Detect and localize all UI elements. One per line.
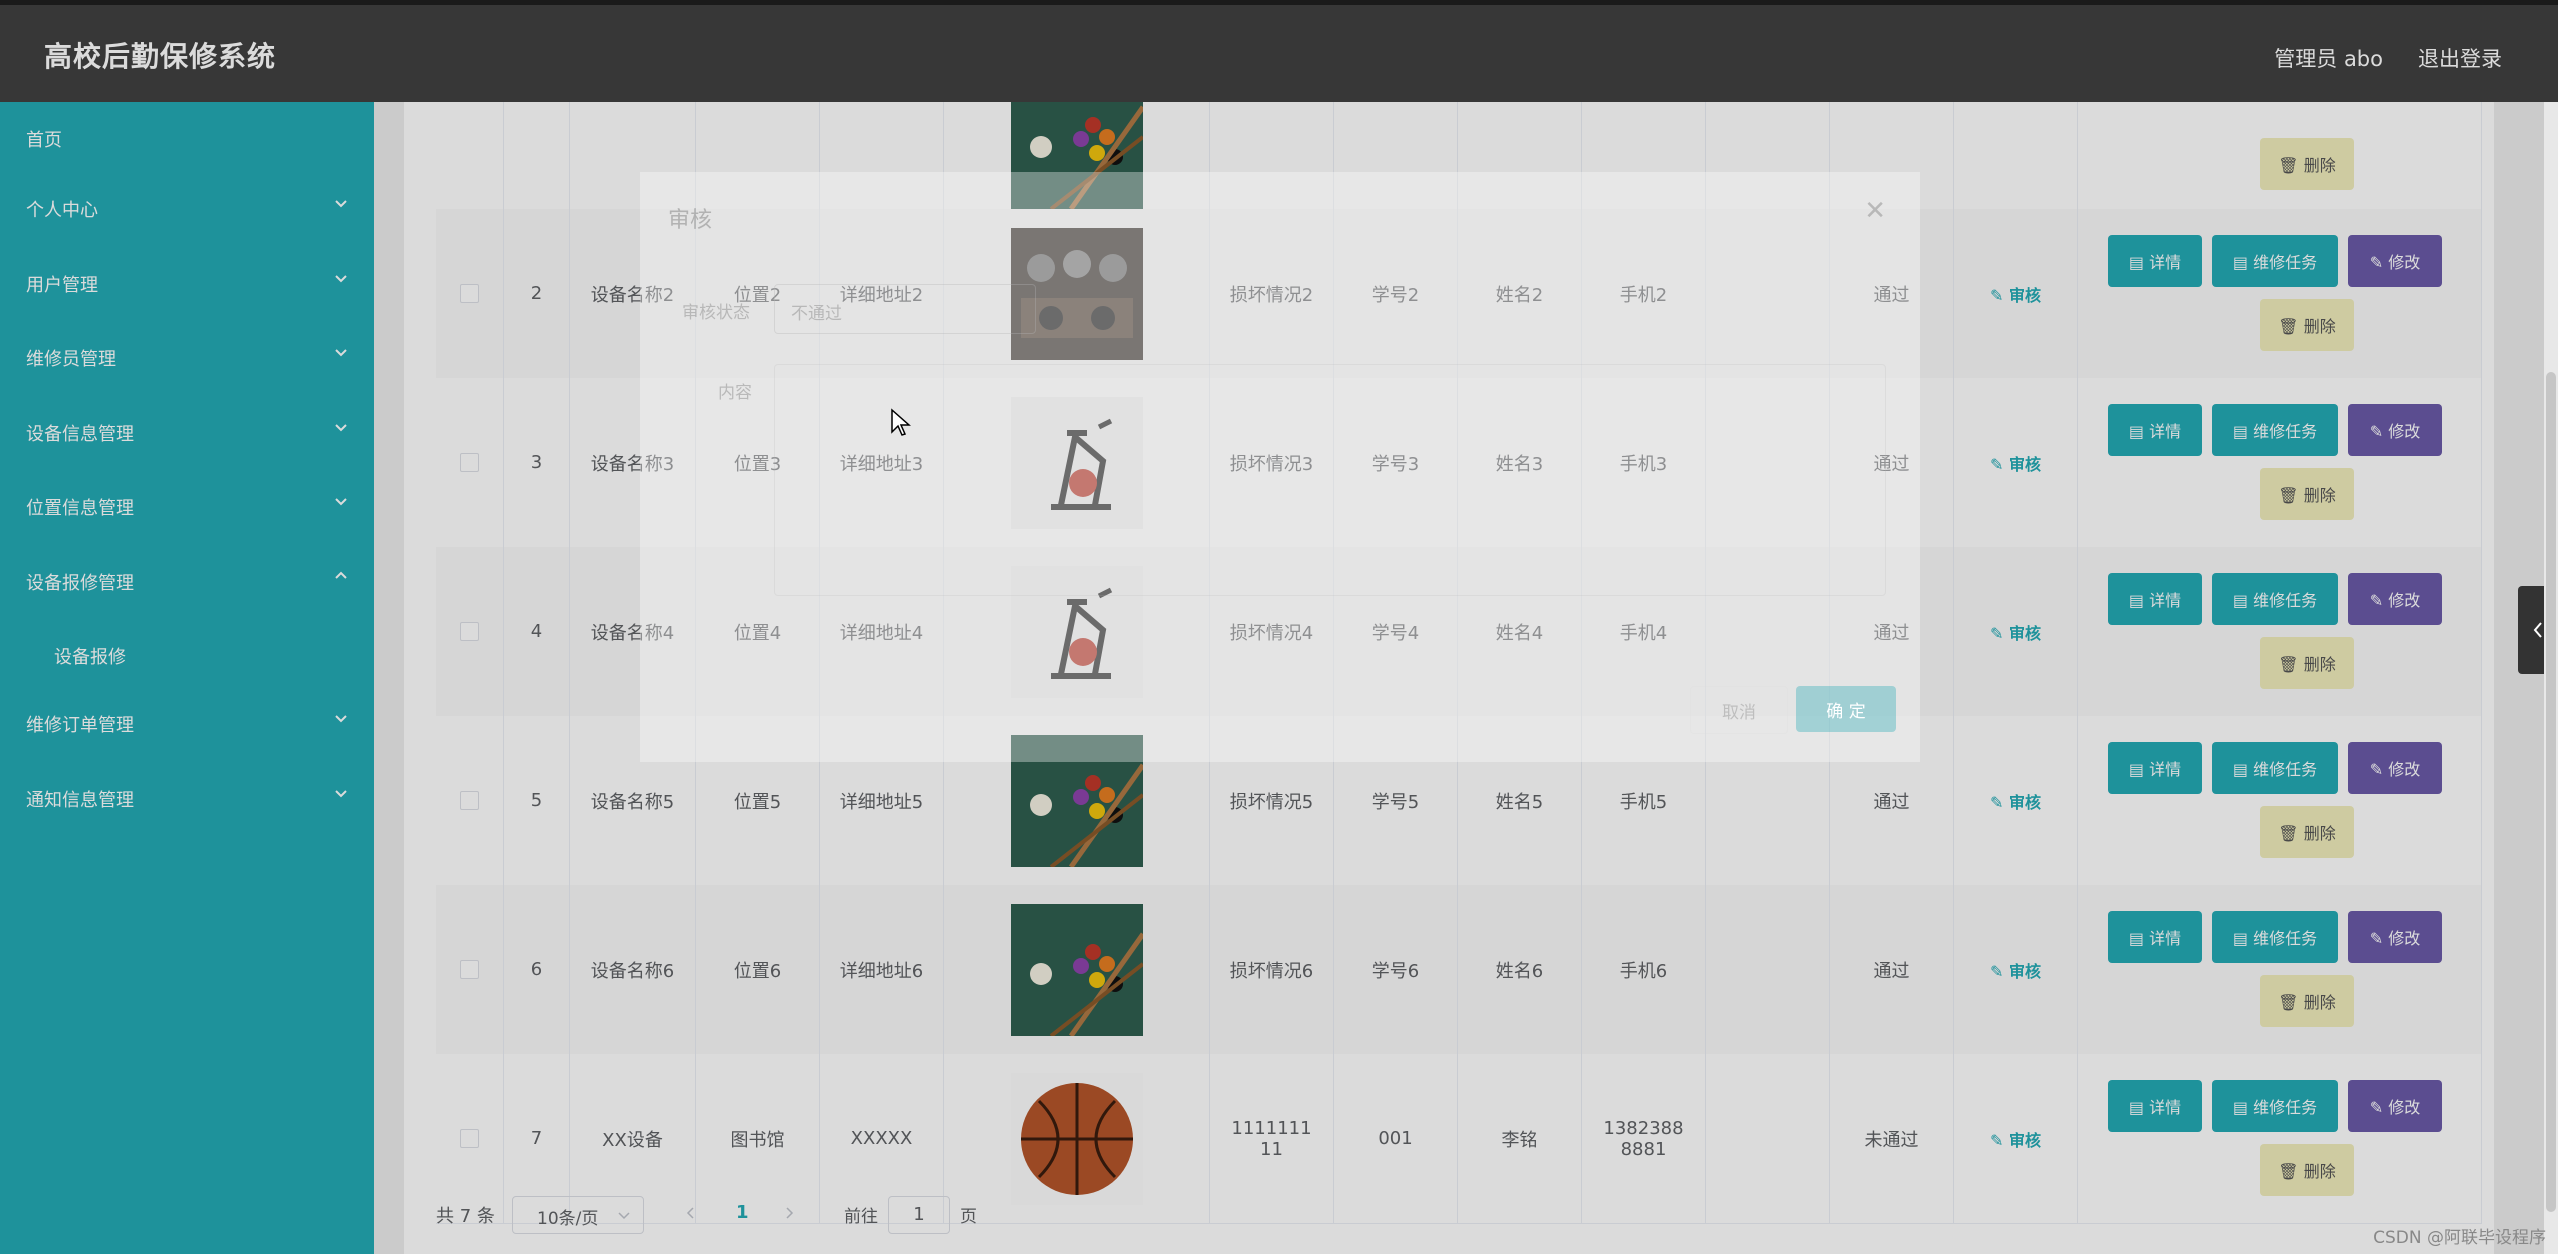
confirm-button[interactable]: 确 定 (1796, 686, 1896, 732)
audit-dialog: 审核 ✕ 审核状态 不通过 内容 取消 确 定 (640, 172, 1920, 762)
watermark: CSDN @阿联毕设程序 (2373, 1228, 2546, 1248)
audit-status-value: 不通过 (791, 304, 842, 324)
mouse-cursor-icon (891, 408, 911, 436)
page-scrollbar[interactable] (2544, 102, 2558, 1254)
cancel-button[interactable]: 取消 (1690, 686, 1788, 734)
scrollbar-thumb[interactable] (2546, 372, 2556, 1212)
content-label: 内容 (718, 383, 752, 403)
dialog-title: 审核 (668, 208, 713, 233)
audit-status-label: 审核状态 (682, 303, 750, 323)
content-textarea[interactable] (774, 364, 1886, 596)
close-icon[interactable]: ✕ (1864, 196, 1886, 226)
audit-status-select[interactable]: 不通过 (774, 284, 1036, 334)
